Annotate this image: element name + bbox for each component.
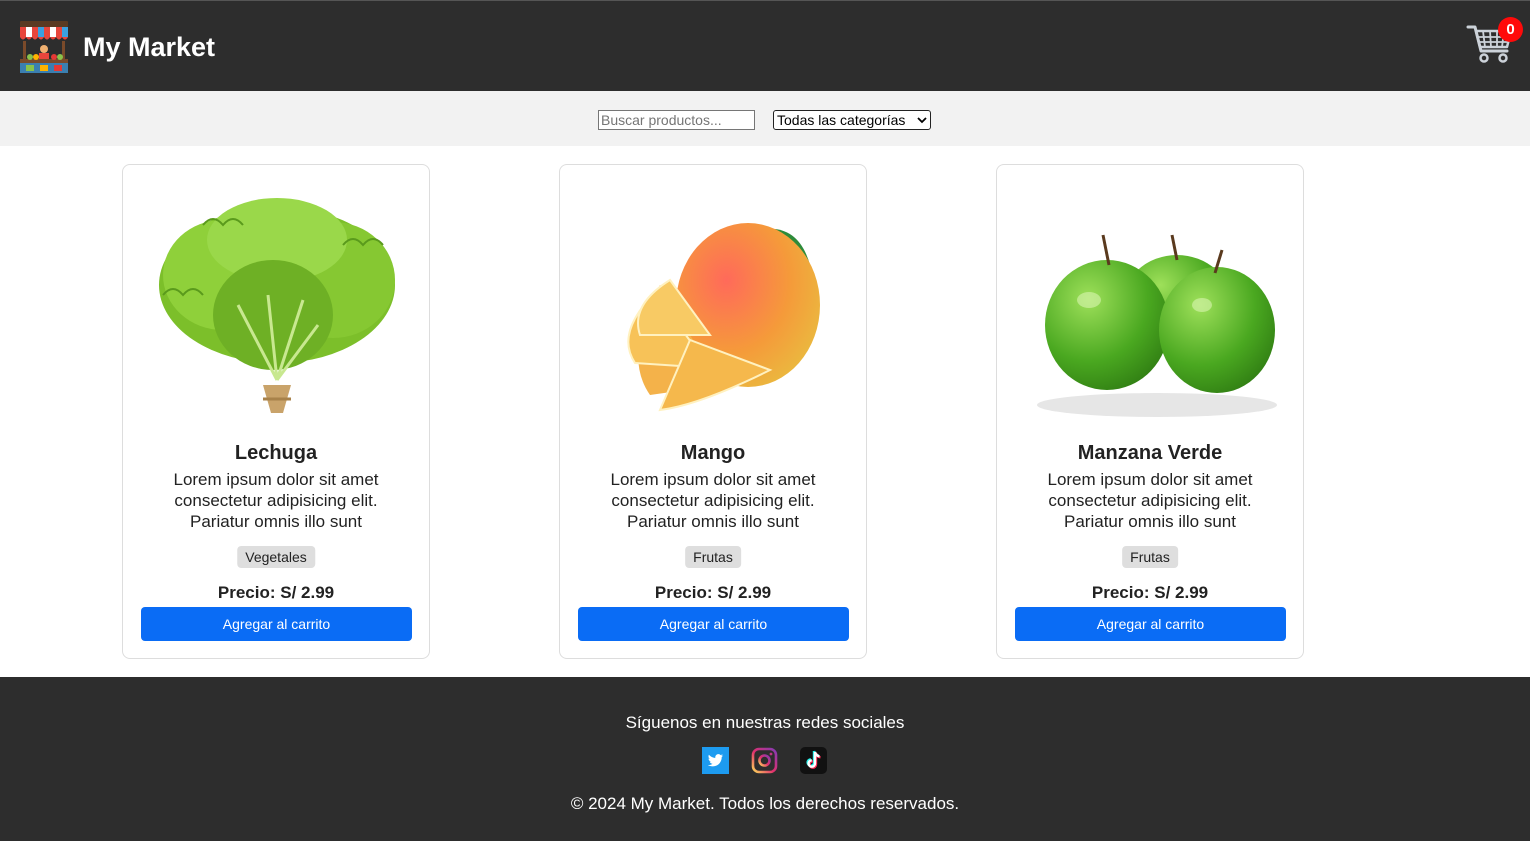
category-select[interactable]: Todas las categorías [773, 110, 931, 130]
product-card: Lechuga Lorem ipsum dolor sit amet conse… [122, 164, 430, 659]
product-card: Manzana Verde Lorem ipsum dolor sit amet… [996, 164, 1304, 659]
twitter-icon[interactable] [702, 747, 729, 774]
green-apple-image [1037, 234, 1277, 417]
product-name: Lechuga [234, 442, 318, 464]
lettuce-image [159, 198, 395, 413]
add-to-cart-button[interactable]: Agregar al carrito [578, 607, 849, 641]
market-stall-logo-icon[interactable] [18, 19, 70, 75]
category-select-value: Todas las categorías [777, 112, 906, 128]
product-description: Lorem ipsum dolor sit amet consectetur a… [610, 470, 816, 531]
add-to-cart-button[interactable]: Agregar al carrito [1015, 607, 1286, 641]
tiktok-icon[interactable] [800, 747, 827, 774]
product-description: Lorem ipsum dolor sit amet consectetur a… [173, 470, 379, 531]
product-price: Precio: S/ 2.99 [217, 583, 335, 602]
product-price: Precio: S/ 2.99 [1091, 583, 1209, 602]
cart-count-badge: 0 [1498, 17, 1523, 42]
product-price: Precio: S/ 2.99 [654, 583, 772, 602]
product-name: Mango [680, 442, 746, 464]
brand-title: My Market [83, 32, 216, 62]
category-tag: Frutas [1122, 546, 1178, 568]
top-header: My Market 0 [0, 0, 1530, 91]
product-card: Mango Lorem ipsum dolor sit amet consect… [559, 164, 867, 659]
mango-image [627, 223, 820, 412]
copyright-text: © 2024 My Market. Todos los derechos res… [570, 794, 960, 813]
category-tag: Frutas [685, 546, 741, 568]
filter-bar: Todas las categorías [0, 91, 1530, 146]
follow-text: Síguenos en nuestras redes sociales [625, 713, 905, 732]
add-to-cart-button[interactable]: Agregar al carrito [141, 607, 412, 641]
instagram-icon[interactable] [751, 747, 778, 774]
chevron-down-icon [917, 117, 927, 124]
product-name: Manzana Verde [1077, 442, 1223, 464]
category-tag: Vegetales [237, 546, 315, 568]
footer: Síguenos en nuestras redes sociales © 20… [0, 677, 1530, 841]
search-input[interactable] [598, 110, 755, 130]
product-description: Lorem ipsum dolor sit amet consectetur a… [1047, 470, 1253, 531]
